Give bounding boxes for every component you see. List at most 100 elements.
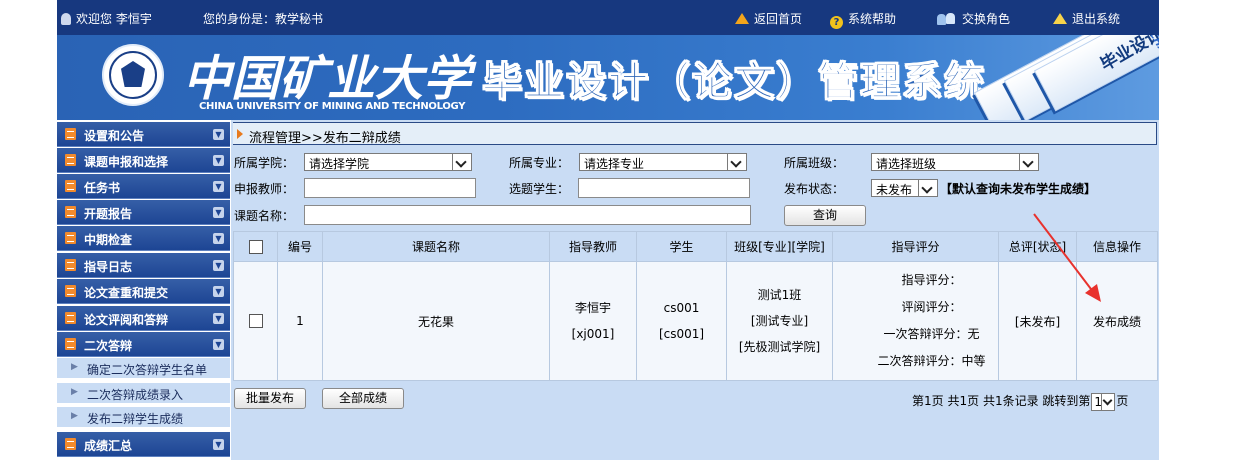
help-label: 系统帮助 [848, 12, 897, 26]
results-table: 编号 课题名称 指导教师 学生 班级[专业][学院] 指导评分 总评[状态] 信… [233, 231, 1158, 381]
university-name-cn: 中国矿业大学 [183, 51, 472, 107]
chevron-down-icon: ▼ [213, 207, 224, 218]
sidebar-menu-label: 论文评阅和答辩 [84, 313, 169, 327]
teacher-input[interactable] [304, 178, 476, 198]
welcome-text: 欢迎您 李恒宇 [61, 10, 152, 27]
sidebar-menu-midterm[interactable]: 中期检查 ▼ [57, 226, 230, 251]
document-icon [65, 438, 76, 450]
teacher-label: 申报教师： [234, 182, 295, 196]
system-title: 毕业设计（论文）管理系统 [482, 59, 986, 106]
student-input[interactable] [578, 178, 750, 198]
page-jump-select[interactable]: 1 [1091, 392, 1116, 411]
sidebar-menu-task-book[interactable]: 任务书 ▼ [57, 174, 230, 199]
bullet-icon: ▶ [71, 411, 78, 421]
header-cell: 课题名称 [322, 231, 550, 262]
top-bar: 欢迎您 李恒宇 您的身份是：教学秘书 返回首页 ? 系统帮助 交换角色 退出系统 [57, 0, 1159, 35]
all-grades-button[interactable]: 全部成绩 [322, 388, 404, 409]
sidebar-subitem-confirm-list[interactable]: ▶ 确定二次答辩学生名单 [57, 358, 230, 379]
student-label: 选题学生： [509, 182, 570, 196]
college-select[interactable]: 请选择学院 [304, 153, 472, 171]
document-icon [65, 312, 76, 324]
main-content: 流程管理>>发布二辩成绩 所属学院： 请选择学院 所属专业： 请选择专业 所属班… [231, 120, 1159, 460]
header-cell: 学生 [636, 231, 727, 262]
chevron-down-icon [1101, 393, 1114, 410]
status-select-value: 未发布 [876, 183, 913, 197]
chevron-down-icon: ▼ [213, 313, 224, 324]
logout-link[interactable]: 退出系统 [1053, 10, 1120, 27]
chevron-down-icon: ▼ [213, 439, 224, 450]
row-action: 发布成绩 [1076, 261, 1158, 381]
teacher-name: 李恒宇 [574, 301, 611, 315]
status-label: 发布状态： [784, 182, 845, 196]
home-link[interactable]: 返回首页 [735, 10, 802, 27]
sidebar-menu-label: 任务书 [84, 181, 121, 195]
sidebar-menu-topic[interactable]: 课题申报和选择 ▼ [57, 148, 230, 173]
sidebar-menu-label: 二次答辩 [84, 339, 133, 353]
document-icon [65, 154, 76, 166]
topic-input[interactable] [304, 205, 751, 225]
row-no: 1 [277, 261, 323, 381]
chevron-down-icon [727, 154, 746, 170]
sidebar-subitem-score-entry[interactable]: ▶ 二次答辩成绩录入 [57, 383, 230, 404]
header-cell: 指导教师 [549, 231, 637, 262]
help-link[interactable]: ? 系统帮助 [830, 10, 896, 29]
switch-role-label: 交换角色 [962, 12, 1011, 26]
major-label: 所属专业： [509, 156, 570, 170]
document-icon [65, 338, 76, 350]
row-class: 测试1班 [测试专业] [先极测试学院] [726, 261, 833, 381]
sidebar-menu-label: 设置和公告 [84, 129, 145, 143]
role-text: 您的身份是：教学秘书 [203, 12, 324, 26]
sidebar-menu-settings[interactable]: 设置和公告 ▼ [57, 122, 230, 147]
batch-publish-button[interactable]: 批量发布 [234, 388, 306, 409]
eval-guide: 指导评分： [901, 273, 962, 287]
major-name: [测试专业] [750, 314, 809, 328]
welcome-label: 欢迎您 李恒宇 [76, 12, 152, 26]
student-id: [cs001] [658, 327, 705, 341]
sidebar-menu-second-defense[interactable]: 二次答辩 ▼ [57, 332, 230, 357]
header-banner: 中国矿业大学 CHINA UNIVERSITY OF MINING AND TE… [57, 35, 1159, 120]
college-name: [先极测试学院] [738, 340, 821, 354]
chevron-down-icon: ▼ [213, 233, 224, 244]
logout-icon [1053, 13, 1067, 24]
header-cell: 信息操作 [1076, 231, 1158, 262]
college-select-value: 请选择学院 [309, 157, 370, 171]
pager-jump-suffix: 页 [1116, 394, 1129, 408]
sidebar-menu-label: 论文查重和提交 [84, 286, 169, 300]
sidebar-menu-label: 成绩汇总 [84, 439, 133, 453]
class-name: 测试1班 [757, 288, 802, 302]
sidebar-subitem-publish-scores[interactable]: ▶ 发布二辩学生成绩 [57, 407, 230, 428]
class-select[interactable]: 请选择班级 [871, 153, 1039, 171]
sidebar-menu-grade-summary[interactable]: 成绩汇总 ▼ [57, 432, 230, 457]
eval-review: 评阅评分： [901, 300, 962, 314]
breadcrumb: 流程管理>>发布二辩成绩 [233, 122, 1157, 146]
arrow-right-icon [237, 129, 243, 139]
header-cell: 总评[状态] [998, 231, 1077, 262]
status-select[interactable]: 未发布 [871, 179, 938, 197]
chevron-down-icon: ▼ [213, 260, 224, 271]
row-overall-status: [未发布] [998, 261, 1077, 381]
college-label: 所属学院： [234, 156, 295, 170]
pager-total-records: 共1条记录 [982, 394, 1039, 408]
row-checkbox[interactable] [248, 314, 263, 329]
home-icon [735, 13, 749, 24]
table-header-row: 编号 课题名称 指导教师 学生 班级[专业][学院] 指导评分 总评[状态] 信… [233, 231, 1158, 262]
eval-defense-1: 一次答辩评分：无 [883, 327, 980, 341]
select-all-checkbox[interactable] [248, 239, 263, 254]
pager-current: 第1页 [912, 394, 944, 408]
sidebar-menu-review[interactable]: 论文评阅和答辩 ▼ [57, 306, 230, 331]
chevron-down-icon [1019, 154, 1038, 170]
row-topic: 无花果 [322, 261, 550, 381]
topic-label: 课题名称： [234, 209, 295, 223]
sidebar-menu-plagiarism[interactable]: 论文查重和提交 ▼ [57, 279, 230, 304]
chevron-down-icon: ▼ [213, 339, 224, 350]
sidebar-menu-proposal[interactable]: 开题报告 ▼ [57, 200, 230, 225]
major-select[interactable]: 请选择专业 [579, 153, 747, 171]
switch-role-link[interactable]: 交换角色 [937, 10, 1010, 27]
query-button[interactable]: 查询 [784, 205, 866, 226]
breadcrumb-text: 流程管理>>发布二辩成绩 [249, 131, 401, 146]
teacher-id: [xj001] [571, 327, 615, 341]
bullet-icon: ▶ [71, 362, 78, 372]
header-select-all [233, 231, 278, 262]
sidebar-menu-log[interactable]: 指导日志 ▼ [57, 253, 230, 278]
publish-score-link[interactable]: 发布成绩 [1093, 315, 1141, 329]
